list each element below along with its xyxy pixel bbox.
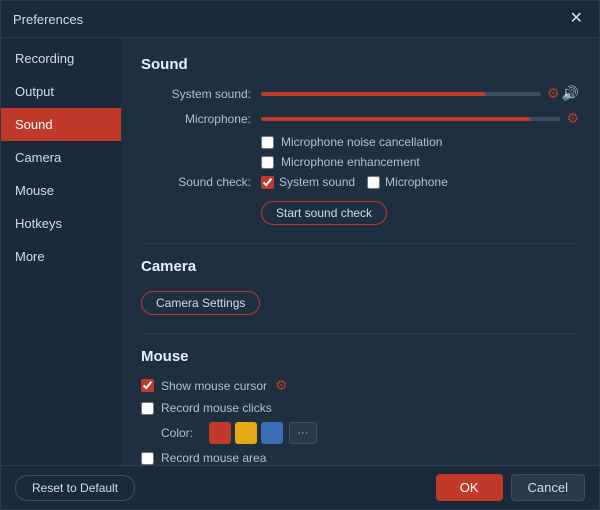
system-sound-check-label: System sound (279, 175, 355, 189)
noise-cancellation-label: Microphone noise cancellation (281, 135, 442, 149)
microphone-slider-container (261, 117, 560, 121)
enhancement-label: Microphone enhancement (281, 155, 420, 169)
color-row-1: Color: ··· (161, 422, 579, 444)
microphone-check-item: Microphone (367, 175, 448, 189)
main-layout: Recording Output Sound Camera Mouse Hotk… (1, 38, 599, 465)
reset-to-default-button[interactable]: Reset to Default (15, 475, 135, 501)
cancel-button[interactable]: Cancel (511, 474, 585, 501)
show-cursor-checkbox[interactable] (141, 379, 154, 392)
enhancement-checkbox[interactable] (261, 156, 274, 169)
sidebar-item-mouse[interactable]: Mouse (1, 174, 121, 207)
window-title: Preferences (13, 12, 83, 27)
content-area: Sound System sound: ⚙ 🔊 Microphone: ⚙ Mi… (121, 38, 599, 465)
record-area-label: Record mouse area (161, 451, 266, 465)
sound-check-row: Sound check: System sound Microphone (141, 175, 579, 189)
ok-button[interactable]: OK (436, 474, 503, 501)
system-sound-label: System sound: (141, 87, 251, 101)
sound-check-items: System sound Microphone (261, 175, 448, 189)
microphone-check-label: Microphone (385, 175, 448, 189)
system-sound-slider-container (261, 92, 541, 96)
camera-divider (141, 243, 579, 244)
camera-section-title: Camera (141, 258, 579, 275)
sidebar-item-recording[interactable]: Recording (1, 42, 121, 75)
color-label-1: Color: (161, 426, 201, 440)
system-sound-slider[interactable] (261, 92, 541, 96)
noise-cancellation-checkbox[interactable] (261, 136, 274, 149)
system-sound-row: System sound: ⚙ 🔊 (141, 85, 579, 102)
microphone-gear-icon[interactable]: ⚙ (566, 110, 579, 127)
show-cursor-label: Show mouse cursor (161, 379, 267, 393)
system-sound-check-checkbox[interactable] (261, 176, 274, 189)
sound-section-title: Sound (141, 56, 579, 73)
color-more-button-1[interactable]: ··· (289, 422, 317, 444)
microphone-check-checkbox[interactable] (367, 176, 380, 189)
system-sound-check-item: System sound (261, 175, 355, 189)
close-button[interactable]: ✕ (566, 9, 587, 29)
record-area-row: Record mouse area (141, 451, 579, 465)
sound-check-label: Sound check: (141, 175, 251, 189)
microphone-slider[interactable] (261, 117, 560, 121)
mouse-section-title: Mouse (141, 348, 579, 365)
microphone-row: Microphone: ⚙ (141, 110, 579, 127)
color-swatch-blue-1[interactable] (261, 422, 283, 444)
sidebar: Recording Output Sound Camera Mouse Hotk… (1, 38, 121, 465)
microphone-label: Microphone: (141, 112, 251, 126)
record-clicks-checkbox[interactable] (141, 402, 154, 415)
cursor-gear-icon[interactable]: ⚙ (275, 377, 288, 394)
start-sound-check-button[interactable]: Start sound check (261, 201, 387, 225)
system-sound-gear-icon[interactable]: ⚙ (547, 85, 560, 102)
record-clicks-label: Record mouse clicks (161, 401, 272, 415)
bottom-right-buttons: OK Cancel (436, 474, 585, 501)
sidebar-item-sound[interactable]: Sound (1, 108, 121, 141)
show-cursor-row: Show mouse cursor ⚙ (141, 377, 579, 394)
sidebar-item-output[interactable]: Output (1, 75, 121, 108)
enhancement-row: Microphone enhancement (261, 155, 579, 169)
color-swatch-yellow-1[interactable] (235, 422, 257, 444)
record-area-checkbox[interactable] (141, 452, 154, 465)
sidebar-item-more[interactable]: More (1, 240, 121, 273)
title-bar: Preferences ✕ (1, 1, 599, 38)
color-swatch-red-1[interactable] (209, 422, 231, 444)
sidebar-item-camera[interactable]: Camera (1, 141, 121, 174)
bottom-bar: Reset to Default OK Cancel (1, 465, 599, 509)
camera-settings-button[interactable]: Camera Settings (141, 291, 260, 315)
sidebar-item-hotkeys[interactable]: Hotkeys (1, 207, 121, 240)
speaker-icon: 🔊 (562, 85, 579, 102)
record-clicks-row: Record mouse clicks (141, 401, 579, 415)
noise-cancellation-row: Microphone noise cancellation (261, 135, 579, 149)
mouse-divider (141, 333, 579, 334)
preferences-window: Preferences ✕ Recording Output Sound Cam… (0, 0, 600, 510)
